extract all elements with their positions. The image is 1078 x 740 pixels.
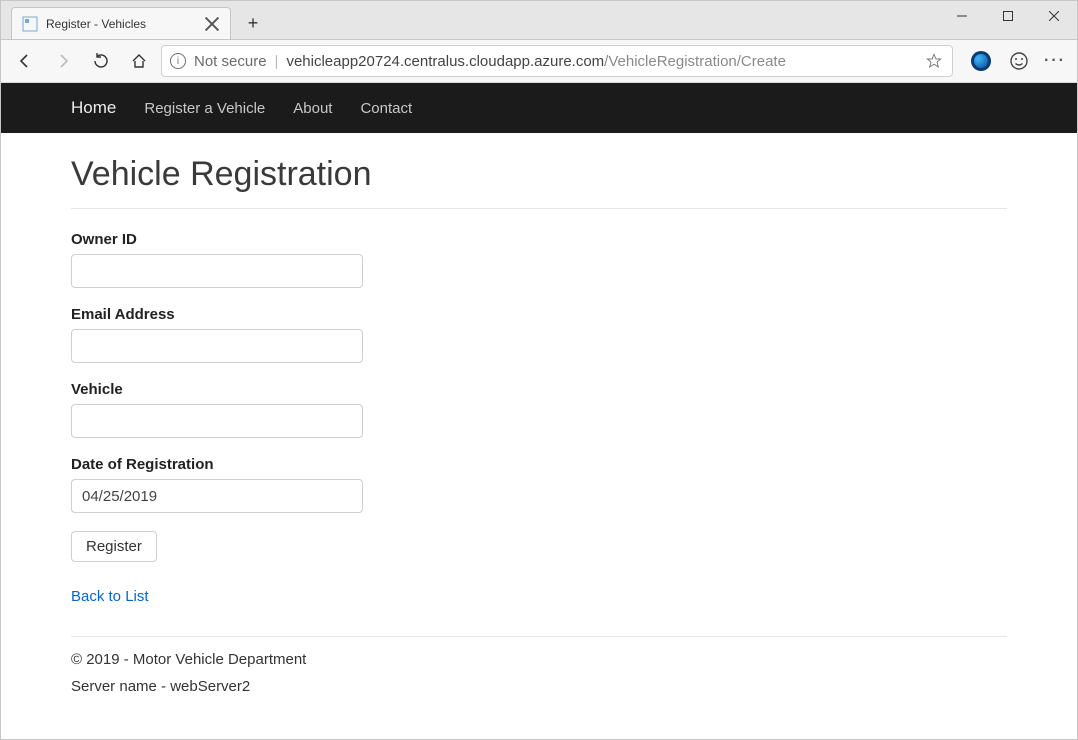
titlebar: Register - Vehicles + xyxy=(1,1,1077,39)
security-status: Not secure xyxy=(194,53,267,70)
maximize-button[interactable] xyxy=(985,1,1031,31)
register-button[interactable]: Register xyxy=(71,531,157,562)
nav-back-button[interactable] xyxy=(9,45,41,77)
page-title: Vehicle Registration xyxy=(71,155,1007,194)
address-bar[interactable]: i Not secure | vehicleapp20724.centralus… xyxy=(161,45,953,77)
window-controls xyxy=(939,1,1077,31)
extension-icon[interactable] xyxy=(965,45,997,77)
footer-server-name: Server name - webServer2 xyxy=(71,678,1007,695)
footer-divider xyxy=(71,636,1007,637)
nav-about[interactable]: About xyxy=(293,100,332,117)
field-date: Date of Registration xyxy=(71,456,1007,513)
footer-copyright: © 2019 - Motor Vehicle Department xyxy=(71,651,1007,668)
page-viewport: Home Register a Vehicle About Contact Ve… xyxy=(1,83,1077,739)
date-label: Date of Registration xyxy=(71,456,1007,473)
url-path: /VehicleRegistration/Create xyxy=(604,53,786,70)
field-vehicle: Vehicle xyxy=(71,381,1007,438)
date-input[interactable] xyxy=(71,479,363,513)
nav-forward-button[interactable] xyxy=(47,45,79,77)
site-navbar: Home Register a Vehicle About Contact xyxy=(1,83,1077,133)
nav-register-vehicle[interactable]: Register a Vehicle xyxy=(144,100,265,117)
back-to-list-link[interactable]: Back to List xyxy=(71,588,149,605)
toolbar-right-icons: ··· xyxy=(965,45,1069,77)
owner-id-input[interactable] xyxy=(71,254,363,288)
field-email: Email Address xyxy=(71,306,1007,363)
browser-tab[interactable]: Register - Vehicles xyxy=(11,7,231,39)
minimize-button[interactable] xyxy=(939,1,985,31)
owner-id-label: Owner ID xyxy=(71,231,1007,248)
new-tab-button[interactable]: + xyxy=(239,9,267,37)
tab-close-button[interactable] xyxy=(204,16,220,32)
nav-home[interactable]: Home xyxy=(71,98,116,118)
title-divider xyxy=(71,208,1007,209)
page-favicon xyxy=(22,16,38,32)
refresh-button[interactable] xyxy=(85,45,117,77)
email-label: Email Address xyxy=(71,306,1007,323)
close-window-button[interactable] xyxy=(1031,1,1077,31)
email-input[interactable] xyxy=(71,329,363,363)
home-button[interactable] xyxy=(123,45,155,77)
field-owner-id: Owner ID xyxy=(71,231,1007,288)
browser-toolbar: i Not secure | vehicleapp20724.centralus… xyxy=(1,39,1077,83)
nav-contact[interactable]: Contact xyxy=(360,100,412,117)
vehicle-input[interactable] xyxy=(71,404,363,438)
browser-window: Register - Vehicles + xyxy=(0,0,1078,740)
info-icon: i xyxy=(170,53,186,69)
url-text: vehicleapp20724.centralus.cloudapp.azure… xyxy=(286,53,785,70)
feedback-smiley-icon[interactable] xyxy=(1003,45,1035,77)
address-separator: | xyxy=(275,53,279,70)
more-menu-button[interactable]: ··· xyxy=(1041,45,1069,77)
registration-form: Owner ID Email Address Vehicle Date of R… xyxy=(71,231,1007,562)
content-container: Vehicle Registration Owner ID Email Addr… xyxy=(71,155,1007,695)
url-host: vehicleapp20724.centralus.cloudapp.azure… xyxy=(286,53,604,70)
tab-title: Register - Vehicles xyxy=(46,17,204,31)
favorite-star-icon[interactable] xyxy=(924,53,944,69)
vehicle-label: Vehicle xyxy=(71,381,1007,398)
